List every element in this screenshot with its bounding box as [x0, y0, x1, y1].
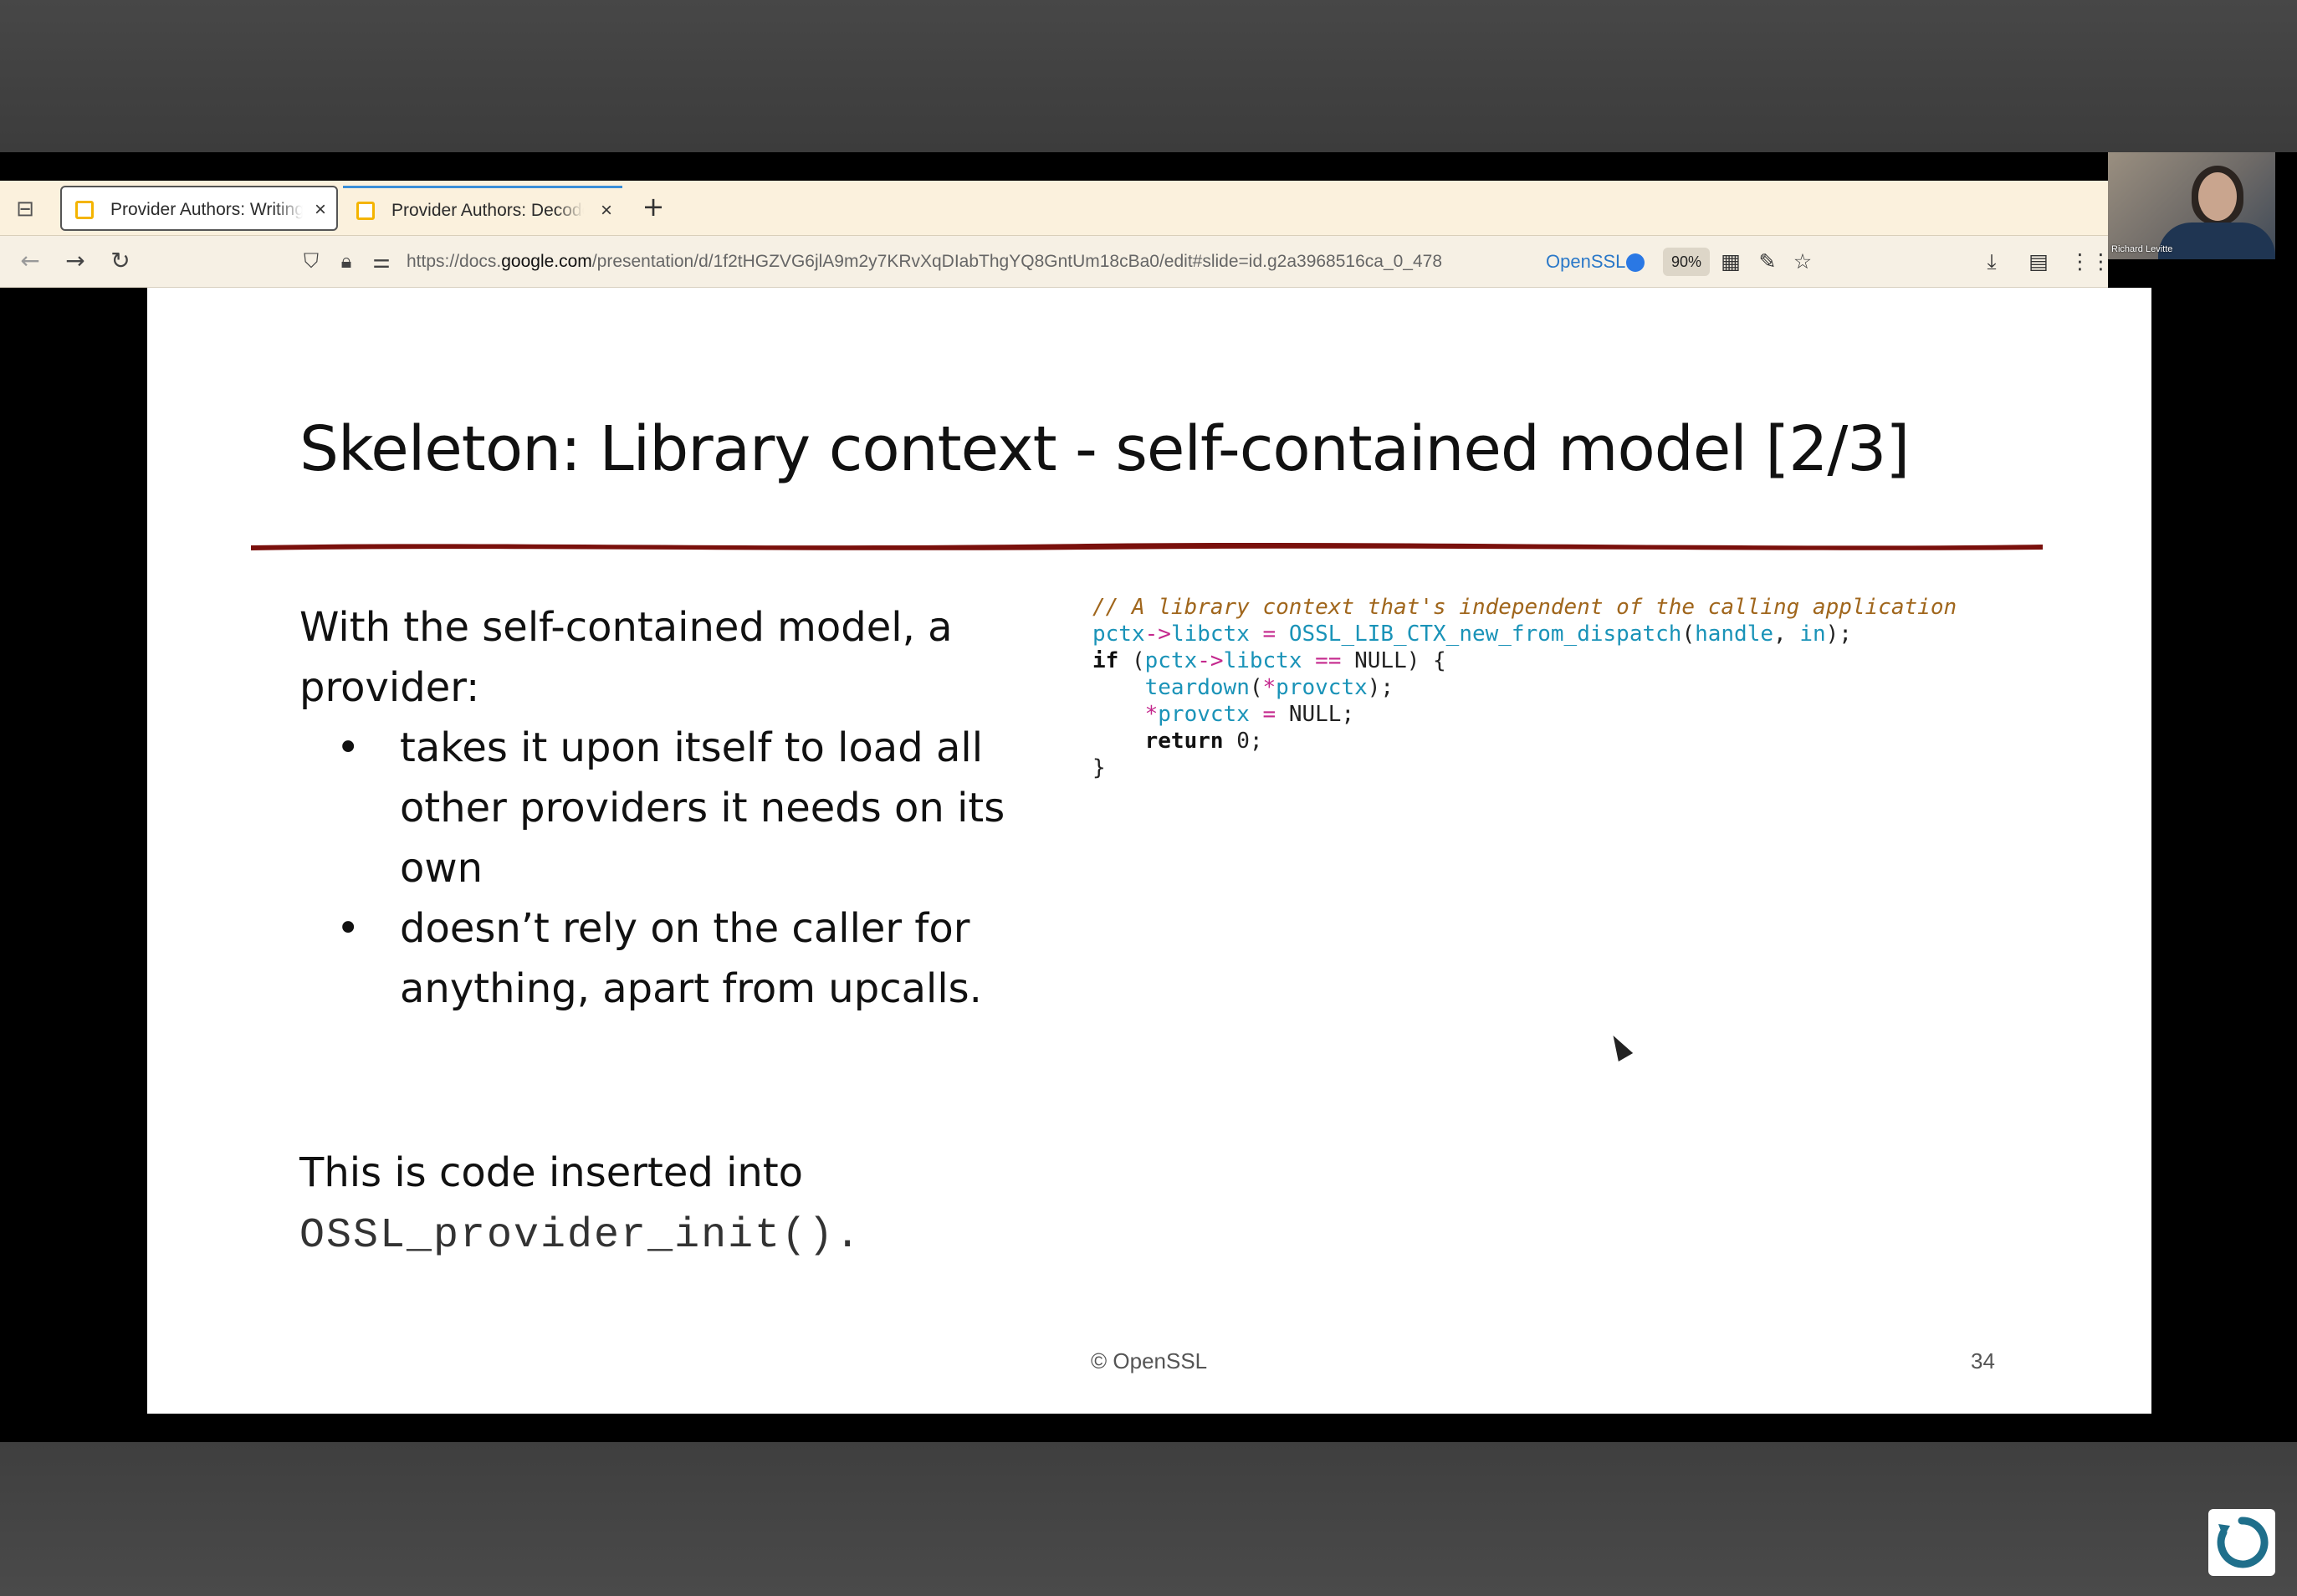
tab-decoder[interactable]: Provider Authors: Decoder ×: [343, 186, 622, 231]
shield-icon[interactable]: ⛉: [298, 248, 325, 274]
presenter-body: [2158, 223, 2275, 259]
close-tab-icon[interactable]: ×: [601, 188, 612, 231]
intro-text: With the self-contained model, a provide…: [299, 604, 953, 711]
zoom-level[interactable]: 90%: [1663, 248, 1710, 276]
code-note: This is code inserted into OSSL_provider…: [299, 1141, 862, 1268]
url-bar[interactable]: https://docs.google.com/presentation/d/1…: [407, 248, 1442, 276]
back-icon[interactable]: ←: [15, 246, 45, 276]
forward-icon[interactable]: →: [60, 246, 90, 276]
browser-tab-bar: ⊟ Provider Authors: Writing a × Provider…: [0, 181, 2108, 236]
presentation-slide: Skeleton: Library context - self-contain…: [147, 288, 2151, 1414]
slides-favicon-icon: [356, 202, 375, 220]
permissions-icon[interactable]: ⚌: [368, 248, 395, 274]
video-top-band: [0, 0, 2297, 152]
video-bottom-band: [0, 1442, 2297, 1596]
extension-status-dot-icon: [1626, 253, 1645, 272]
presenter-name: Richard Levitte: [2111, 244, 2173, 254]
slide-body: With the self-contained model, a provide…: [299, 597, 1036, 1019]
bullet-list: • takes it upon itself to load all other …: [299, 718, 1036, 1019]
presenter-face: [2198, 172, 2237, 221]
list-item: • doesn’t rely on the caller for anything…: [299, 898, 1036, 1019]
download-icon[interactable]: ⤓: [1977, 248, 2006, 276]
slide-footer: © OpenSSL: [1091, 1348, 1208, 1373]
new-tab-button[interactable]: +: [639, 192, 668, 221]
slides-favicon-icon: [75, 201, 94, 219]
list-item: • takes it upon itself to load all other …: [299, 718, 1036, 898]
slide-page-number: 34: [1971, 1348, 1995, 1373]
code-note-text: This is code inserted into: [299, 1149, 804, 1196]
slide-title: Skeleton: Library context - self-contain…: [299, 413, 1910, 485]
reload-icon[interactable]: ↻: [105, 246, 136, 276]
close-tab-icon[interactable]: ×: [315, 187, 326, 229]
code-block: // A library context that's independent …: [1092, 595, 1957, 780]
code-note-function: OSSL_provider_init().: [299, 1212, 862, 1260]
tab-writing[interactable]: Provider Authors: Writing a ×: [60, 186, 338, 231]
code-comment: // A library context that's independent …: [1092, 595, 1957, 620]
tab-label: Provider Authors: Decoder: [391, 201, 584, 220]
edit-page-icon[interactable]: ✎: [1753, 248, 1782, 276]
webcam-feed: Richard Levitte: [2108, 152, 2275, 259]
reader-view-icon[interactable]: ▤: [2024, 248, 2053, 276]
apps-grid-icon[interactable]: ⋮⋮: [2069, 248, 2111, 276]
tab-label: Provider Authors: Writing a: [110, 200, 303, 219]
qr-code-icon[interactable]: ▦: [1716, 248, 1745, 276]
bookmark-star-icon[interactable]: ☆: [1788, 248, 1817, 276]
bullet-dot: •: [336, 724, 361, 771]
tab-list-icon[interactable]: ⊟: [10, 194, 40, 224]
bullet-dot: •: [336, 905, 361, 952]
lock-icon[interactable]: 🔒︎: [333, 248, 360, 274]
browser-nav-bar: ← → ↻ ⛉ 🔒︎ ⚌ https://docs.google.com/pre…: [0, 236, 2111, 288]
openssl-extension-label[interactable]: OpenSSL: [1546, 248, 1625, 276]
title-underline: [251, 543, 2043, 550]
player-logo-icon[interactable]: [2208, 1509, 2275, 1576]
